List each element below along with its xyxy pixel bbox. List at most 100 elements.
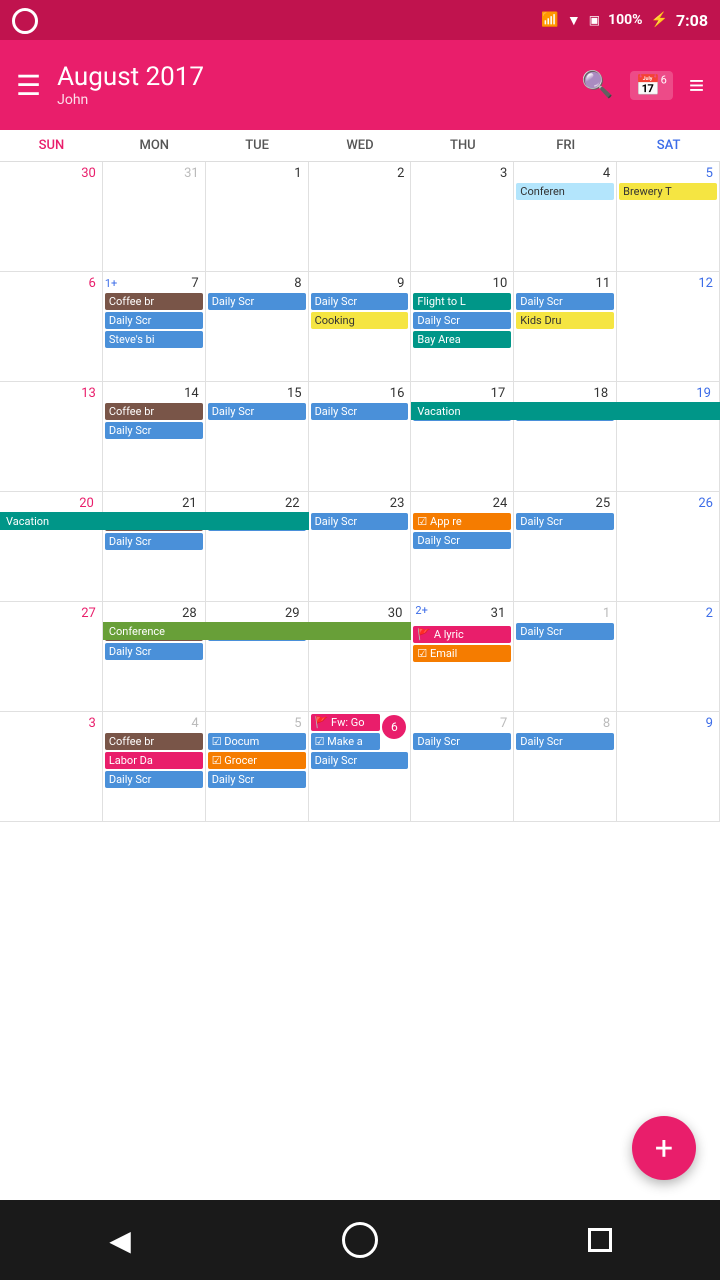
day-cell-sep9[interactable]: 9 bbox=[617, 712, 720, 821]
day-cell-aug1[interactable]: 1 bbox=[206, 162, 309, 271]
day-cell-aug14[interactable]: 14 Coffee br Daily Scr bbox=[103, 382, 206, 491]
recents-button[interactable] bbox=[570, 1210, 630, 1270]
day-cell-aug29[interactable]: 29 Daily Scr bbox=[206, 602, 309, 711]
day-cell-aug4[interactable]: 4 Conferen bbox=[514, 162, 617, 271]
menu-button[interactable]: ☰ bbox=[16, 69, 41, 102]
event-steve[interactable]: Steve's bi bbox=[105, 331, 203, 348]
day-cell-aug15[interactable]: 15 Daily Scr bbox=[206, 382, 309, 491]
month-year-label: August 2017 bbox=[57, 62, 565, 92]
event-makea[interactable]: ☑ Make a bbox=[311, 733, 381, 750]
event-email[interactable]: ☑ Email bbox=[413, 645, 511, 662]
day-cell-aug16[interactable]: 16 Daily Scr bbox=[309, 382, 412, 491]
day-cell-aug22[interactable]: 22 Daily Scr bbox=[206, 492, 309, 601]
week-row-4: 20 21 Coffee br Daily Scr 22 Daily Scr 2… bbox=[0, 492, 720, 602]
event-daily-5[interactable]: Daily Scr bbox=[208, 771, 306, 788]
day-cell-aug18[interactable]: 18 Daily Scr bbox=[514, 382, 617, 491]
day-cell-aug19[interactable]: 19 bbox=[617, 382, 720, 491]
day-cell-aug30[interactable]: 30 bbox=[309, 602, 412, 711]
week-row-3: 13 14 Coffee br Daily Scr 15 Daily Scr 1… bbox=[0, 382, 720, 492]
event-daily-6[interactable]: Daily Scr bbox=[311, 752, 409, 769]
event-daily-sep7[interactable]: Daily Scr bbox=[413, 733, 511, 750]
event-coffee-4[interactable]: Coffee br bbox=[105, 733, 203, 750]
day-header-mon: MON bbox=[103, 130, 206, 161]
event-conference[interactable]: Conferen bbox=[516, 183, 614, 200]
day-cell-aug21[interactable]: 21 Coffee br Daily Scr bbox=[103, 492, 206, 601]
event-daily-25[interactable]: Daily Scr bbox=[516, 513, 614, 530]
event-kids[interactable]: Kids Dru bbox=[516, 312, 614, 329]
day-cell-aug12[interactable]: 12 bbox=[617, 272, 720, 381]
event-daily-24[interactable]: Daily Scr bbox=[413, 532, 511, 549]
day-cell-aug24[interactable]: 24 ☑ App re Daily Scr bbox=[411, 492, 514, 601]
event-daily-sep8[interactable]: Daily Scr bbox=[516, 733, 614, 750]
day-cell-aug27[interactable]: 27 bbox=[0, 602, 103, 711]
filter-button[interactable]: ≡ bbox=[689, 70, 704, 101]
event-grocer[interactable]: ☑ Grocer bbox=[208, 752, 306, 769]
event-appre[interactable]: ☑ App re bbox=[413, 513, 511, 530]
day-cell-aug7[interactable]: 1+ 7 Coffee br Daily Scr Steve's bi bbox=[103, 272, 206, 381]
day-cell-aug3[interactable]: 3 bbox=[411, 162, 514, 271]
search-button[interactable]: 🔍 bbox=[581, 70, 613, 100]
day-cell-aug6[interactable]: 6 bbox=[0, 272, 103, 381]
event-bayarea[interactable]: Bay Area bbox=[413, 331, 511, 348]
event-daily-sep1[interactable]: Daily Scr bbox=[516, 623, 614, 640]
event-daily-21[interactable]: Daily Scr bbox=[105, 533, 203, 550]
vacation-span-bar-2: Vacation bbox=[0, 512, 309, 530]
bluetooth-icon: 📶 bbox=[541, 12, 558, 28]
day-cell-aug2[interactable]: 2 bbox=[309, 162, 412, 271]
day-header-tue: TUE bbox=[206, 130, 309, 161]
event-daily-4[interactable]: Daily Scr bbox=[105, 771, 203, 788]
day-cell-aug25[interactable]: 25 Daily Scr bbox=[514, 492, 617, 601]
day-cell-sep2[interactable]: 2 bbox=[617, 602, 720, 711]
day-cell-sep8[interactable]: 8 Daily Scr bbox=[514, 712, 617, 821]
day-header-fri: FRI bbox=[514, 130, 617, 161]
event-coffee-7[interactable]: Coffee br bbox=[105, 293, 203, 310]
event-daily-8[interactable]: Daily Scr bbox=[208, 293, 306, 310]
event-flight[interactable]: Flight to L bbox=[413, 293, 511, 310]
status-bar: 📶 ▼ ▣ 100% ⚡ 7:08 bbox=[0, 0, 720, 40]
event-fwgo[interactable]: 🚩 Fw: Go bbox=[311, 714, 381, 731]
event-brewery[interactable]: Brewery T bbox=[619, 183, 717, 200]
day-cell-aug23[interactable]: 23 Daily Scr bbox=[309, 492, 412, 601]
day-header-thu: THU bbox=[411, 130, 514, 161]
calendar-badge-button[interactable]: 📅6 bbox=[630, 71, 673, 100]
event-daily-23[interactable]: Daily Scr bbox=[311, 513, 409, 530]
day-cell-sep1[interactable]: 1 Daily Scr bbox=[514, 602, 617, 711]
day-cell-aug28[interactable]: 28 Coffee br Daily Scr bbox=[103, 602, 206, 711]
day-cell-sep3[interactable]: 3 bbox=[0, 712, 103, 821]
day-cell-aug17[interactable]: 17 Daily Scr bbox=[411, 382, 514, 491]
day-cell-sep6[interactable]: 6 🚩 Fw: Go ☑ Make a Daily Scr bbox=[309, 712, 412, 821]
day-cell-aug11[interactable]: 11 Daily Scr Kids Dru bbox=[514, 272, 617, 381]
battery-icon: ⚡ bbox=[651, 12, 668, 28]
event-laborday[interactable]: Labor Da bbox=[105, 752, 203, 769]
day-cell-sep4[interactable]: 4 Coffee br Labor Da Daily Scr bbox=[103, 712, 206, 821]
week-row-6: 3 4 Coffee br Labor Da Daily Scr 5 ☑ Doc… bbox=[0, 712, 720, 822]
event-daily-28[interactable]: Daily Scr bbox=[105, 643, 203, 660]
day-cell-jul31[interactable]: 31 bbox=[103, 162, 206, 271]
day-cell-aug26[interactable]: 26 bbox=[617, 492, 720, 601]
day-cell-aug5[interactable]: 5 Brewery T bbox=[617, 162, 720, 271]
event-daily-14[interactable]: Daily Scr bbox=[105, 422, 203, 439]
day-cell-aug8[interactable]: 8 Daily Scr bbox=[206, 272, 309, 381]
event-coffee-14[interactable]: Coffee br bbox=[105, 403, 203, 420]
day-cell-aug31[interactable]: 2+ 31 🚩 A lyric ☑ Email bbox=[411, 602, 514, 711]
event-daily-7[interactable]: Daily Scr bbox=[105, 312, 203, 329]
day-cell-aug10[interactable]: 10 Flight to L Daily Scr Bay Area bbox=[411, 272, 514, 381]
event-daily-15[interactable]: Daily Scr bbox=[208, 403, 306, 420]
day-cell-jul30[interactable]: 30 bbox=[0, 162, 103, 271]
event-daily-11[interactable]: Daily Scr bbox=[516, 293, 614, 310]
home-button[interactable] bbox=[330, 1210, 390, 1270]
day-cell-aug13[interactable]: 13 bbox=[0, 382, 103, 491]
day-cell-aug9[interactable]: 9 Daily Scr Cooking bbox=[309, 272, 412, 381]
event-daily-16[interactable]: Daily Scr bbox=[311, 403, 409, 420]
event-daily-9[interactable]: Daily Scr bbox=[311, 293, 409, 310]
day-cell-aug20[interactable]: 20 bbox=[0, 492, 103, 601]
day-cell-sep5[interactable]: 5 ☑ Docum ☑ Grocer Daily Scr bbox=[206, 712, 309, 821]
back-button[interactable]: ◀ bbox=[90, 1210, 150, 1270]
day-cell-sep7[interactable]: 7 Daily Scr bbox=[411, 712, 514, 821]
event-daily-10[interactable]: Daily Scr bbox=[413, 312, 511, 329]
event-cooking[interactable]: Cooking bbox=[311, 312, 409, 329]
event-docum[interactable]: ☑ Docum bbox=[208, 733, 306, 750]
add-event-fab[interactable]: + bbox=[632, 1116, 696, 1180]
user-label: John bbox=[57, 92, 565, 108]
event-alyric[interactable]: 🚩 A lyric bbox=[413, 626, 511, 643]
